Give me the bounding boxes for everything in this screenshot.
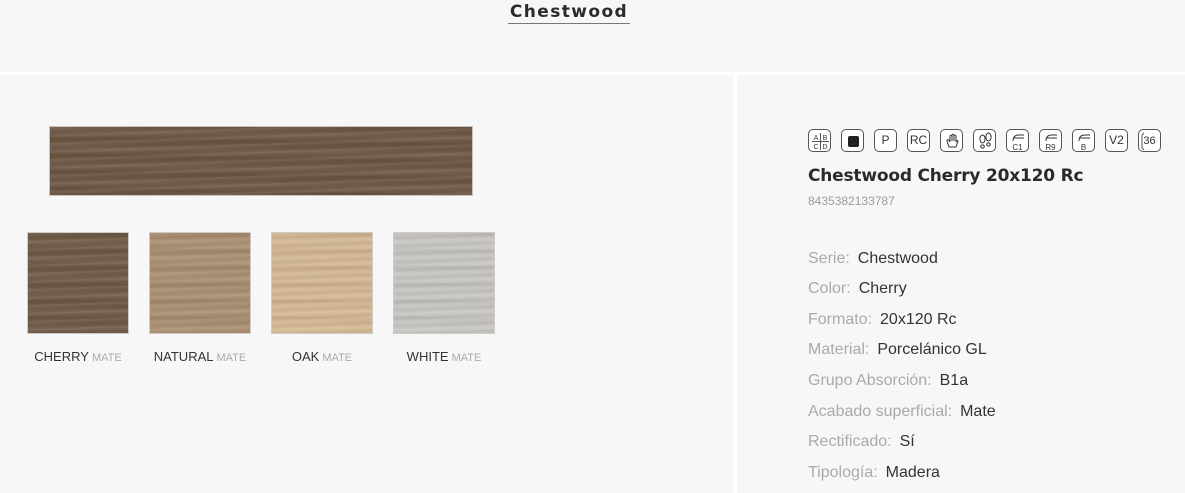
spec-rectificado: Rectificado: Sí: [808, 433, 915, 450]
slip-c1-icon: C1: [1006, 129, 1029, 152]
product-page: Chestwood CHERRY MATE NATURAL MATE OAK MATE…: [0, 0, 1185, 493]
spec-serie: Serie: Chestwood: [808, 250, 938, 267]
svg-text:C: C: [813, 144, 818, 151]
rectified-rc-icon: RC: [907, 129, 930, 152]
svg-text:B: B: [823, 135, 828, 142]
swatch-label-cherry[interactable]: CHERRY MATE: [8, 349, 148, 364]
slip-b-icon: B: [1072, 129, 1095, 152]
variant-name: CHERRY: [34, 349, 89, 364]
porcelain-p-icon: P: [874, 129, 897, 152]
footsteps-icon: [973, 129, 996, 152]
slip-r9-icon: R9: [1039, 129, 1062, 152]
swatch-oak[interactable]: [271, 232, 373, 334]
spec-tipologia: Tipología: Madera: [808, 464, 940, 481]
variant-name: WHITE: [406, 349, 449, 364]
variant-finish: MATE: [91, 352, 122, 364]
variation-v2-icon: V2: [1105, 129, 1128, 152]
ean-code: 8435382133787: [808, 194, 895, 208]
product-title: Chestwood Cherry 20x120 Rc: [808, 166, 1084, 186]
swatch-natural[interactable]: [149, 232, 251, 334]
svg-text:A: A: [814, 135, 819, 142]
spec-acabado: Acabado superficial: Mate: [808, 403, 996, 420]
variant-name: NATURAL: [153, 349, 214, 364]
spec-color: Color: Cherry: [808, 280, 907, 297]
spec-material: Material: Porcelánico GL: [808, 341, 987, 358]
horizontal-divider: [0, 72, 1185, 75]
variant-finish: MATE: [451, 352, 482, 364]
main-tile-image: [49, 126, 473, 196]
spec-formato: Formato: 20x120 Rc: [808, 311, 957, 328]
abcd-grade-icon: A B C D: [808, 129, 831, 152]
swatch-cherry[interactable]: [27, 232, 129, 334]
spec-grupo-absorcion: Grupo Absorción: B1a: [808, 372, 969, 389]
swatch-label-white[interactable]: WHITE MATE: [374, 349, 514, 364]
swatch-white[interactable]: [393, 232, 495, 334]
svg-text:D: D: [822, 144, 827, 151]
series-title-link[interactable]: Chestwood: [508, 2, 630, 24]
variant-name: OAK: [291, 349, 320, 364]
variant-finish: MATE: [322, 352, 353, 364]
swatch-label-oak[interactable]: OAK MATE: [252, 349, 392, 364]
full-body-color-icon: [841, 129, 864, 152]
touch-hand-icon: [940, 129, 963, 152]
variant-finish: MATE: [216, 352, 247, 364]
pieces-36-icon: 36: [1138, 129, 1161, 152]
swatch-label-natural[interactable]: NATURAL MATE: [130, 349, 270, 364]
vertical-divider: [734, 75, 737, 493]
